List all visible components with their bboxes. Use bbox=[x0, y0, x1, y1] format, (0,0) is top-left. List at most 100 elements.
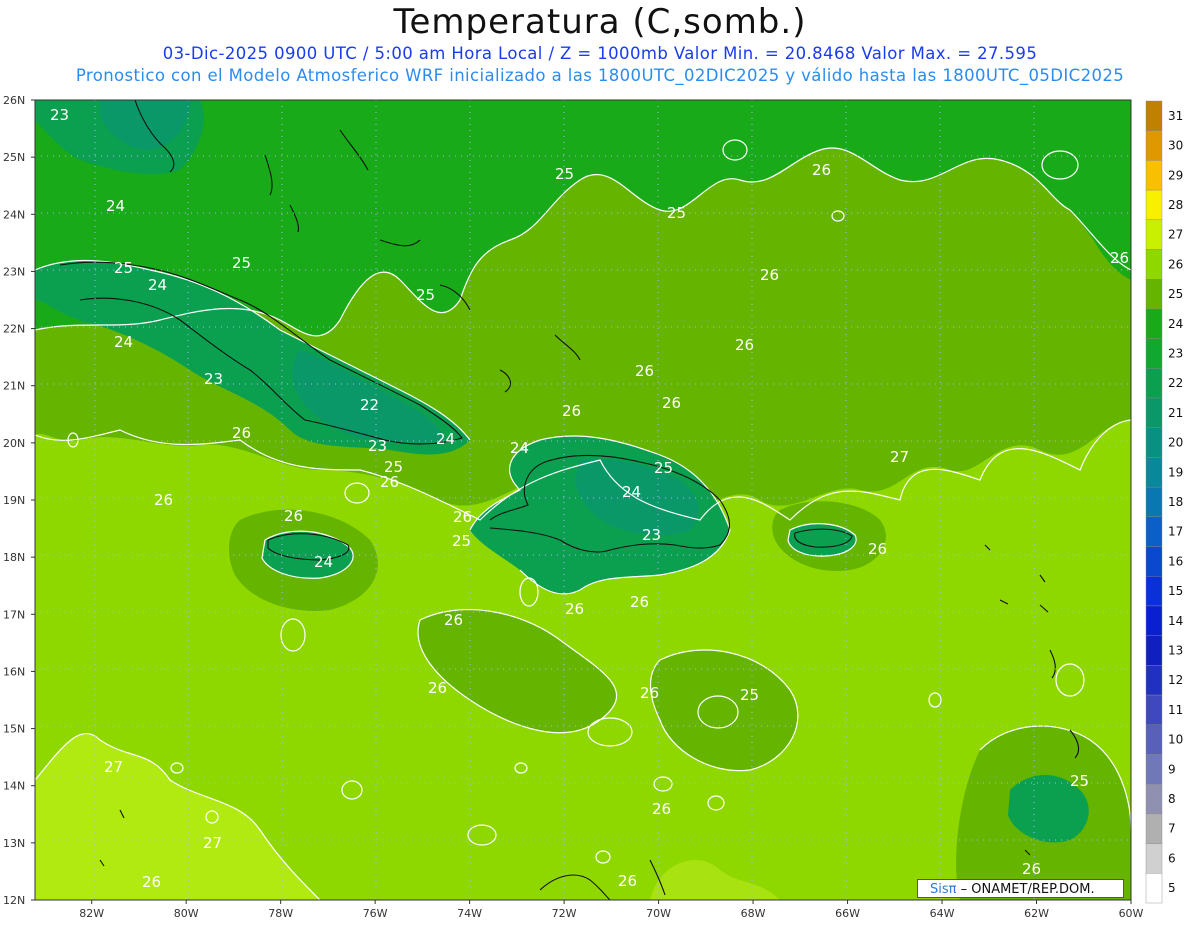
longitude-label: 78W bbox=[268, 907, 293, 920]
colorbar-label: 24 bbox=[1168, 317, 1183, 331]
contour-label: 26 bbox=[640, 684, 659, 702]
longitude-label: 80W bbox=[174, 907, 199, 920]
colorbar-swatch bbox=[1145, 635, 1163, 666]
contour-label: 25 bbox=[416, 286, 435, 304]
contour-label: 26 bbox=[444, 611, 463, 629]
colorbar-label: 25 bbox=[1168, 287, 1183, 301]
contour-label: 26 bbox=[428, 679, 447, 697]
colorbar-label: 15 bbox=[1168, 584, 1183, 598]
colorbar-label: 29 bbox=[1168, 168, 1183, 182]
latitude-label: 15N bbox=[3, 723, 25, 736]
colorbar-label: 23 bbox=[1168, 346, 1183, 360]
colorbar-swatch bbox=[1145, 397, 1163, 428]
contour-label: 26 bbox=[760, 266, 779, 284]
contour-label: 26 bbox=[635, 362, 654, 380]
colorbar-label: 5 bbox=[1168, 881, 1176, 895]
contour-label: 24 bbox=[114, 333, 133, 351]
latitude-label: 20N bbox=[3, 437, 25, 450]
contour-label: 27 bbox=[203, 834, 222, 852]
colorbar-swatch bbox=[1145, 130, 1163, 161]
latitude-label: 16N bbox=[3, 665, 25, 678]
latitude-label: 17N bbox=[3, 608, 25, 621]
colorbar-swatch bbox=[1145, 516, 1163, 547]
colorbar-swatch bbox=[1145, 427, 1163, 458]
colorbar-swatch bbox=[1145, 605, 1163, 636]
colorbar-swatch bbox=[1145, 368, 1163, 399]
colorbar-label: 27 bbox=[1168, 228, 1183, 242]
contour-label: 25 bbox=[654, 459, 673, 477]
colorbar-label: 18 bbox=[1168, 495, 1183, 509]
contour-label: 24 bbox=[510, 439, 529, 457]
longitude-label: 68W bbox=[741, 907, 766, 920]
colorbar-label: 20 bbox=[1168, 436, 1183, 450]
colorbar-swatch bbox=[1145, 813, 1163, 844]
colorbar-swatch bbox=[1145, 754, 1163, 785]
contour-label: 24 bbox=[314, 553, 333, 571]
longitude-label: 64W bbox=[930, 907, 955, 920]
colorbar-swatch bbox=[1145, 219, 1163, 250]
contour-label: 23 bbox=[368, 437, 387, 455]
colorbar-swatch bbox=[1145, 694, 1163, 725]
contour-label: 24 bbox=[148, 276, 167, 294]
colorbar-swatch bbox=[1145, 843, 1163, 874]
contour-label: 24 bbox=[106, 197, 125, 215]
colorbar: 31 30 29 28 27 26 25 24 23 22 21 20 19 18 17 16 15 14 13 12… bbox=[1145, 100, 1183, 904]
colorbar-label: 12 bbox=[1168, 673, 1183, 687]
contour-label: 26 bbox=[652, 800, 671, 818]
contour-label: 22 bbox=[360, 396, 379, 414]
contour-label: 23 bbox=[204, 370, 223, 388]
longitude-label: 70W bbox=[646, 907, 671, 920]
contour-label: 24 bbox=[436, 430, 455, 448]
colorbar-label: 11 bbox=[1168, 703, 1183, 717]
colorbar-label: 31 bbox=[1168, 109, 1183, 123]
credit-text: – ONAMET/REP.DOM. bbox=[956, 882, 1095, 897]
colorbar-swatch bbox=[1145, 189, 1163, 221]
colorbar-label: 9 bbox=[1168, 762, 1176, 776]
contour-label: 27 bbox=[890, 448, 909, 466]
latitude-label: 14N bbox=[3, 780, 25, 793]
colorbar-swatch bbox=[1145, 308, 1163, 339]
colorbar-label: 14 bbox=[1168, 614, 1183, 628]
colorbar-label: 16 bbox=[1168, 554, 1183, 568]
contour-label: 26 bbox=[142, 873, 161, 891]
contour-label: 26 bbox=[618, 872, 637, 890]
colorbar-swatch bbox=[1145, 249, 1163, 280]
longitude-label: 72W bbox=[552, 907, 577, 920]
contour-label: 26 bbox=[1022, 860, 1041, 878]
contour-label: 27 bbox=[104, 758, 123, 776]
colorbar-swatch bbox=[1145, 279, 1163, 310]
colorbar-swatch bbox=[1145, 486, 1163, 518]
temperature-map: 23 24 25 25 24 23 24 25 25 25 26 26 22 23 24 25 26 26 26 26… bbox=[3, 94, 1183, 920]
latitude-label: 21N bbox=[3, 380, 25, 393]
latitude-label: 23N bbox=[3, 265, 25, 278]
contour-label: 26 bbox=[735, 336, 754, 354]
longitude-label: 62W bbox=[1024, 907, 1049, 920]
contour-label: 26 bbox=[812, 161, 831, 179]
contour-label: 24 bbox=[622, 483, 641, 501]
contour-label: 26 bbox=[565, 600, 584, 618]
contour-label: 26 bbox=[284, 507, 303, 525]
latitude-label: 26N bbox=[3, 94, 25, 107]
colorbar-swatch bbox=[1145, 873, 1163, 904]
colorbar-swatch bbox=[1145, 724, 1163, 755]
colorbar-swatch bbox=[1145, 100, 1163, 131]
contour-label: 26 bbox=[380, 473, 399, 491]
colorbar-label: 19 bbox=[1168, 465, 1183, 479]
colorbar-swatch bbox=[1145, 457, 1163, 488]
contour-label: 25 bbox=[114, 259, 133, 277]
contour-label: 26 bbox=[232, 424, 251, 442]
longitude-label: 82W bbox=[79, 907, 104, 920]
contour-label: 23 bbox=[50, 106, 69, 124]
colorbar-swatch bbox=[1145, 783, 1163, 815]
colorbar-label: 8 bbox=[1168, 792, 1176, 806]
latitude-label: 13N bbox=[3, 837, 25, 850]
colorbar-label: 17 bbox=[1168, 525, 1183, 539]
latitude-label: 18N bbox=[3, 551, 25, 564]
colorbar-label: 28 bbox=[1168, 198, 1183, 212]
colorbar-swatch bbox=[1145, 338, 1163, 369]
latitude-label: 22N bbox=[3, 323, 25, 336]
contour-label: 25 bbox=[555, 165, 574, 183]
contour-label: 26 bbox=[562, 402, 581, 420]
colorbar-swatch bbox=[1145, 160, 1163, 191]
contour-label: 26 bbox=[154, 491, 173, 509]
